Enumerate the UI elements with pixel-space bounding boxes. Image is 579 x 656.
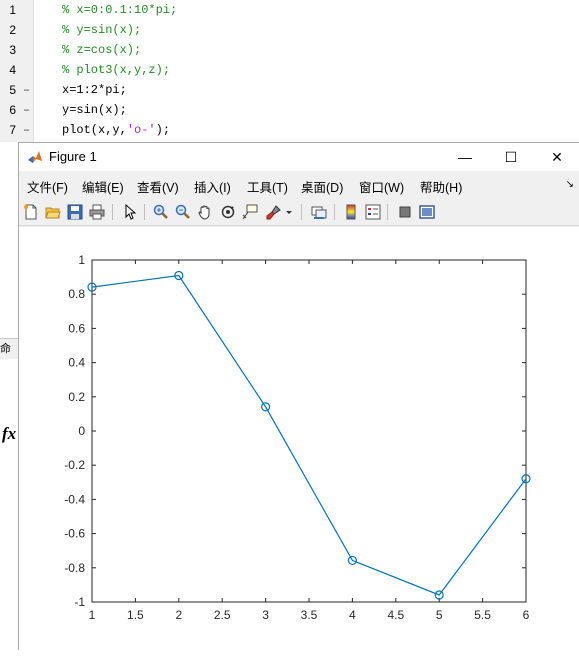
line-number: 5	[9, 83, 16, 97]
matlab-logo-icon	[27, 149, 43, 165]
x-tick-label: 3	[262, 608, 269, 622]
link-plot-icon[interactable]	[309, 202, 329, 222]
y-tick-label: 0	[78, 424, 85, 438]
toolbar-separator	[112, 204, 113, 220]
breakpoint-marker[interactable]: –	[23, 100, 30, 120]
toolbar-separator	[387, 204, 388, 220]
code-line[interactable]: 6– y=sin(x);	[0, 100, 579, 120]
zoom-out-icon[interactable]	[173, 202, 193, 222]
y-tick-label: 0.4	[68, 356, 85, 370]
code-line[interactable]: 5– x=1:2*pi;	[0, 80, 579, 100]
colorbar-icon[interactable]	[341, 202, 361, 222]
print-icon[interactable]	[87, 202, 107, 222]
zoom-in-icon[interactable]	[151, 202, 171, 222]
y-tick-label: 0.6	[68, 321, 85, 335]
save-icon[interactable]	[65, 202, 85, 222]
code-editor[interactable]: 1 % x=0:0.1:10*pi; 2 % y=sin(x); 3 % z=cos(x)…	[0, 0, 579, 142]
x-tick-label: 6	[523, 608, 530, 622]
line-number: 1	[9, 3, 16, 17]
menu-help[interactable]: 帮助(H)	[420, 177, 462, 196]
code-text: y=sin(x);	[62, 103, 127, 117]
y-tick-label: 1	[78, 253, 85, 267]
y-tick-label: 0.2	[68, 390, 85, 404]
brush-icon[interactable]	[264, 202, 284, 222]
y-tick-label: -1	[74, 595, 85, 609]
x-tick-label: 2.5	[214, 608, 231, 622]
code-text-part: plot(x,y,	[62, 123, 127, 137]
menu-insert[interactable]: 插入(I)	[194, 177, 231, 196]
figure-window: Figure 1 — ☐ ✕ 文件(F) 编辑(E) 查看(V) 插入(I) 工…	[18, 142, 579, 651]
code-comment: % z=cos(x);	[62, 43, 142, 57]
menu-window[interactable]: 窗口(W)	[359, 177, 404, 196]
menu-bar: 文件(F) 编辑(E) 查看(V) 插入(I) 工具(T) 桌面(D) 窗口(W…	[19, 173, 579, 197]
x-tick-label: 1.5	[127, 608, 144, 622]
menu-view[interactable]: 查看(V)	[137, 177, 179, 196]
code-line[interactable]: 4 % plot3(x,y,z);	[0, 60, 579, 80]
open-file-icon[interactable]	[43, 202, 63, 222]
figure-toolbar	[19, 199, 579, 226]
line-number: 7	[9, 123, 16, 137]
breakpoint-marker[interactable]: –	[23, 120, 30, 140]
plot-area[interactable]: 1 1.5 2 2.5 3 3.5 4 4.5 5 5.5 6 -1 -0.8 -0.6 -0.4 -0.2 0…	[19, 227, 579, 651]
breakpoint-marker[interactable]: –	[23, 80, 30, 100]
x-tick-label: 5.5	[474, 608, 491, 622]
line-number: 3	[9, 43, 16, 57]
legend-icon[interactable]	[363, 202, 383, 222]
line-number: 2	[9, 23, 16, 37]
minimize-button[interactable]: —	[442, 143, 488, 171]
x-tick-label: 5	[436, 608, 443, 622]
line-number: 6	[9, 103, 16, 117]
data-cursor-icon[interactable]	[240, 202, 260, 222]
minimize-icon: —	[458, 149, 472, 165]
code-line[interactable]: 7– plot(x,y,'o-');	[0, 120, 579, 140]
maximize-icon: ☐	[504, 148, 518, 165]
code-line[interactable]: 3 % z=cos(x);	[0, 40, 579, 60]
new-figure-icon[interactable]	[21, 202, 41, 222]
command-window-tab[interactable]: 命	[0, 338, 18, 359]
code-comment: % x=0:0.1:10*pi;	[62, 3, 178, 17]
x-tick-label: 2	[175, 608, 182, 622]
x-tick-label: 3.5	[301, 608, 318, 622]
y-tick-label: -0.6	[64, 527, 85, 541]
pan-icon[interactable]	[195, 202, 215, 222]
line-chart[interactable]: 1 1.5 2 2.5 3 3.5 4 4.5 5 5.5 6 -1 -0.8 -0.6 -0.4 -0.2 0…	[19, 227, 579, 651]
toolbar-separator	[144, 204, 145, 220]
y-tick-label: 0.8	[68, 287, 85, 301]
menu-file[interactable]: 文件(F)	[27, 177, 68, 196]
x-tick-label: 4.5	[387, 608, 404, 622]
toolbar-separator	[301, 204, 302, 220]
show-plot-tools-icon[interactable]	[417, 202, 437, 222]
toolbar-separator	[334, 204, 335, 220]
window-title: Figure 1	[49, 149, 97, 164]
command-window-tab-label: 命	[0, 343, 11, 355]
x-tick-label: 4	[349, 608, 356, 622]
code-text: x=1:2*pi;	[62, 83, 127, 97]
rotate-3d-icon[interactable]	[218, 202, 238, 222]
close-icon: ✕	[551, 148, 563, 165]
axes-box[interactable]	[91, 259, 527, 603]
close-button[interactable]: ✕	[534, 143, 579, 171]
code-comment: % y=sin(x);	[62, 23, 142, 37]
code-line[interactable]: 2 % y=sin(x);	[0, 20, 579, 40]
menu-desktop[interactable]: 桌面(D)	[301, 177, 343, 196]
title-bar[interactable]: Figure 1 — ☐ ✕	[19, 143, 579, 171]
brush-dropdown-icon[interactable]	[284, 202, 294, 222]
menu-edit[interactable]: 编辑(E)	[82, 177, 124, 196]
menu-overflow-icon[interactable]: ↘	[566, 179, 574, 190]
code-string-literal: 'o-'	[126, 123, 156, 137]
x-tick-label: 1	[89, 608, 96, 622]
code-line[interactable]: 1 % x=0:0.1:10*pi;	[0, 0, 579, 20]
code-text-part: );	[155, 123, 171, 137]
hide-plot-tools-icon[interactable]	[395, 202, 415, 222]
menu-tools[interactable]: 工具(T)	[247, 177, 288, 196]
y-tick-label: -0.2	[64, 458, 85, 472]
fx-icon[interactable]: fx	[2, 424, 16, 444]
line-number: 4	[9, 63, 16, 77]
select-pointer-icon[interactable]	[120, 202, 140, 222]
y-tick-label: -0.4	[64, 492, 85, 506]
maximize-button[interactable]: ☐	[488, 143, 534, 171]
code-text: plot(x,y,'o-');	[62, 120, 170, 140]
y-tick-label: -0.8	[64, 561, 85, 575]
code-comment: % plot3(x,y,z);	[62, 63, 171, 77]
